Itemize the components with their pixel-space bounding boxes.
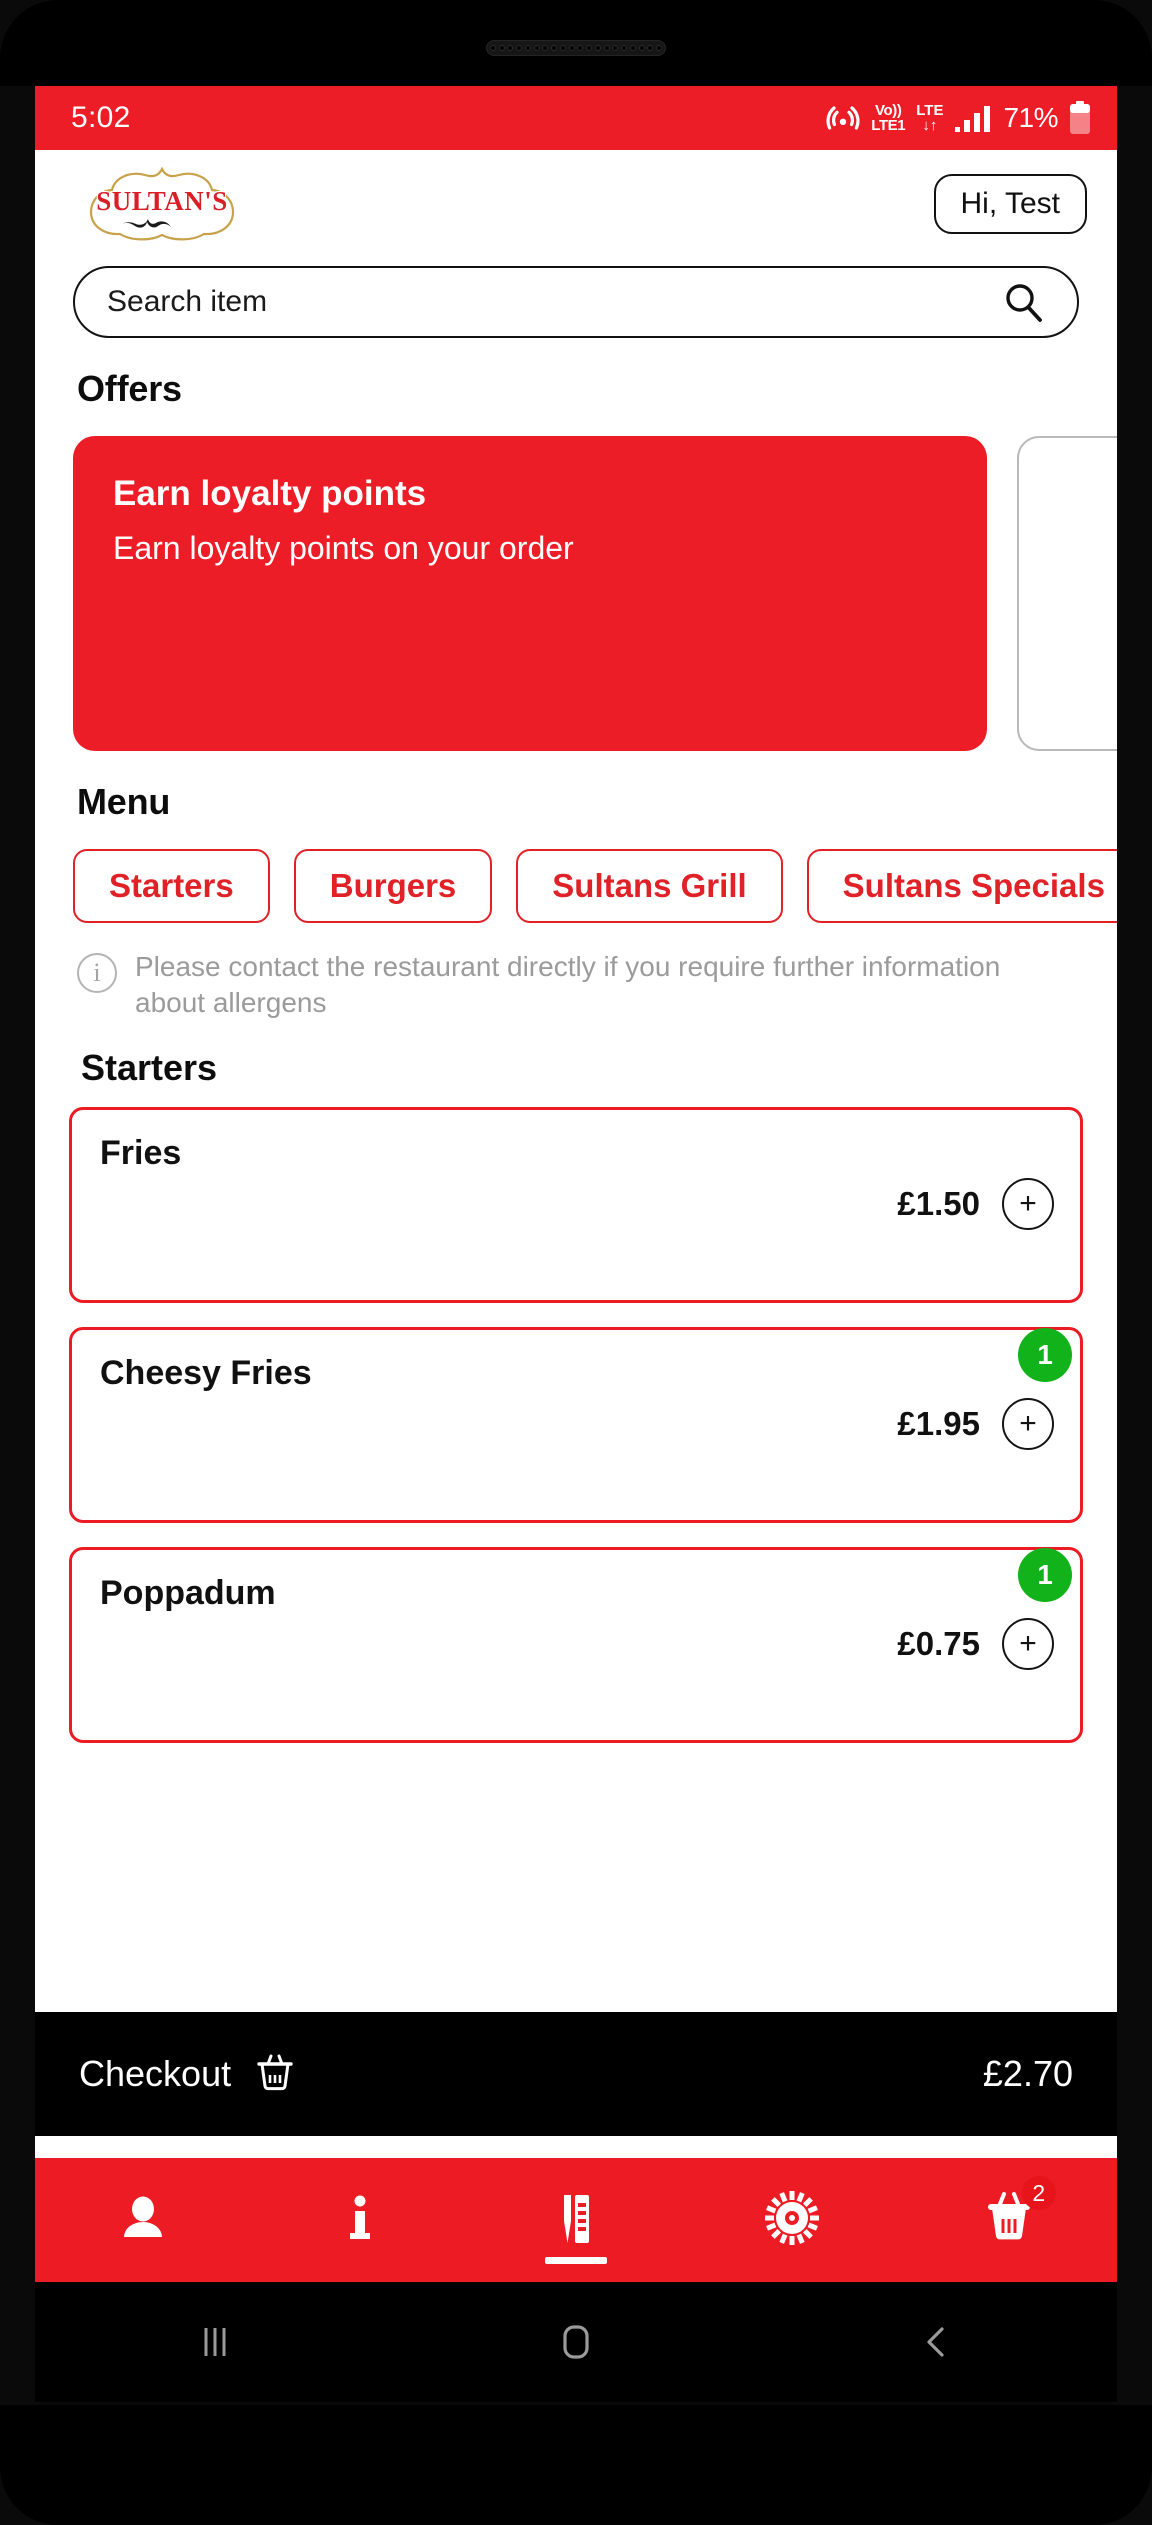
basket-icon — [253, 2050, 297, 2099]
battery-percent-label: 71% — [1003, 102, 1058, 133]
lte-label: LTE — [916, 102, 944, 119]
info-icon — [332, 2190, 388, 2251]
menu-item-footer: £1.50 + — [897, 1177, 1054, 1230]
add-item-button[interactable]: + — [1002, 1177, 1054, 1230]
menu-group-title: Starters — [81, 1046, 218, 1088]
menu-item-quantity-badge: 1 — [1018, 1547, 1072, 1602]
phone-frame: 5:02 Vo)) LTE1 LTE ↓↑ 71% SULTAN'S Hi, T… — [0, 0, 1152, 2525]
app-header: SULTAN'S Hi, Test — [35, 150, 1117, 258]
back-icon[interactable] — [867, 2297, 1007, 2387]
checkout-total: £2.70 — [982, 2053, 1073, 2094]
add-item-button[interactable]: + — [1002, 1617, 1054, 1670]
restaurant-logo: SULTAN'S — [73, 163, 251, 245]
status-icon-group: Vo)) LTE1 LTE ↓↑ 71% — [826, 101, 1091, 135]
menu-category-sultans-grill[interactable]: Sultans Grill — [516, 849, 783, 923]
checkout-button[interactable]: Checkout — [79, 2050, 297, 2099]
search-input-placeholder[interactable]: Search item — [107, 285, 267, 319]
gear-icon — [764, 2190, 820, 2251]
offer-card[interactable]: Earn loyalty points Earn loyalty points … — [73, 436, 987, 751]
offer-card-next-peek[interactable] — [1017, 436, 1117, 751]
volte-indicator: Vo)) LTE1 — [871, 103, 905, 133]
nav-item-settings[interactable] — [717, 2170, 867, 2270]
menu-category-tabs[interactable]: Starters Burgers Sultans Grill Sultans S… — [35, 823, 1117, 923]
account-greeting-button[interactable]: Hi, Test — [933, 174, 1087, 234]
nav-item-basket[interactable]: 2 — [934, 2170, 1084, 2270]
battery-icon — [1069, 101, 1091, 135]
nav-item-account[interactable] — [68, 2170, 218, 2270]
offers-carousel[interactable]: Earn loyalty points Earn loyalty points … — [35, 410, 1117, 751]
menu-item-name: Fries — [100, 1133, 182, 1172]
menu-item-list: Fries £1.50 + Cheesy Fries 1 £1.95 + Pop… — [35, 1089, 1117, 1743]
menu-item-price: £1.95 — [897, 1404, 980, 1442]
nav-item-info[interactable] — [285, 2170, 435, 2270]
menu-item-footer: £1.95 + — [897, 1397, 1054, 1450]
app-screen: 5:02 Vo)) LTE1 LTE ↓↑ 71% SULTAN'S Hi, T… — [35, 86, 1117, 2306]
status-bar: 5:02 Vo)) LTE1 LTE ↓↑ 71% — [35, 86, 1117, 150]
menu-category-starters[interactable]: Starters — [73, 849, 270, 923]
menu-item-card[interactable]: Poppadum 1 £0.75 + — [69, 1546, 1083, 1743]
menu-item-card[interactable]: Cheesy Fries 1 £1.95 + — [69, 1326, 1083, 1523]
offer-title: Earn loyalty points — [113, 474, 427, 513]
checkout-label: Checkout — [79, 2053, 232, 2094]
allergen-notice-text: Please contact the restaurant directly i… — [135, 951, 1001, 1018]
volte-bottom-label: LTE1 — [871, 117, 906, 134]
search-bar[interactable]: Search item — [73, 266, 1079, 338]
menu-book-icon — [547, 2189, 605, 2252]
menu-section-title: Menu — [77, 781, 171, 822]
offer-subtitle: Earn loyalty points on your order — [113, 530, 574, 566]
bottom-navigation-bar: 2 — [35, 2158, 1117, 2282]
menu-item-price: £1.50 — [897, 1184, 980, 1222]
menu-item-price: £0.75 — [897, 1624, 980, 1662]
person-icon — [115, 2190, 171, 2251]
wifi-calling-icon — [826, 103, 860, 133]
lte-arrows-icon: ↓↑ — [922, 117, 938, 134]
menu-item-quantity-badge: 1 — [1018, 1327, 1072, 1382]
search-section: Search item — [35, 258, 1117, 338]
status-clock: 5:02 — [71, 101, 131, 134]
menu-category-sultans-specials[interactable]: Sultans Specials — [806, 849, 1117, 923]
add-item-button[interactable]: + — [1002, 1397, 1054, 1450]
signal-bars-icon — [954, 104, 992, 132]
menu-category-burgers[interactable]: Burgers — [293, 849, 493, 923]
volte-top-label: Vo)) — [875, 102, 902, 119]
phone-bezel-bottom — [0, 2405, 1152, 2525]
lte-data-indicator: LTE ↓↑ — [916, 103, 943, 133]
offers-section-title: Offers — [77, 368, 182, 409]
phone-bezel-top — [0, 0, 1152, 86]
earpiece-speaker-icon — [486, 40, 666, 56]
recents-icon[interactable] — [145, 2297, 285, 2387]
menu-item-name: Cheesy Fries — [100, 1353, 312, 1392]
checkout-bar[interactable]: Checkout £2.70 — [35, 2012, 1117, 2136]
logo-wordmark: SULTAN'S — [96, 185, 228, 216]
nav-item-menu[interactable] — [501, 2170, 651, 2270]
menu-item-name: Poppadum — [100, 1573, 276, 1612]
android-system-navigation — [35, 2282, 1117, 2402]
cart-count-badge: 2 — [1021, 2176, 1056, 2210]
menu-item-card[interactable]: Fries £1.50 + — [69, 1106, 1083, 1303]
search-icon[interactable] — [1003, 282, 1043, 322]
info-icon: i — [77, 953, 117, 993]
allergen-notice: i Please contact the restaurant directly… — [35, 923, 1117, 1021]
menu-item-footer: £0.75 + — [897, 1617, 1054, 1670]
home-icon[interactable] — [506, 2297, 646, 2387]
